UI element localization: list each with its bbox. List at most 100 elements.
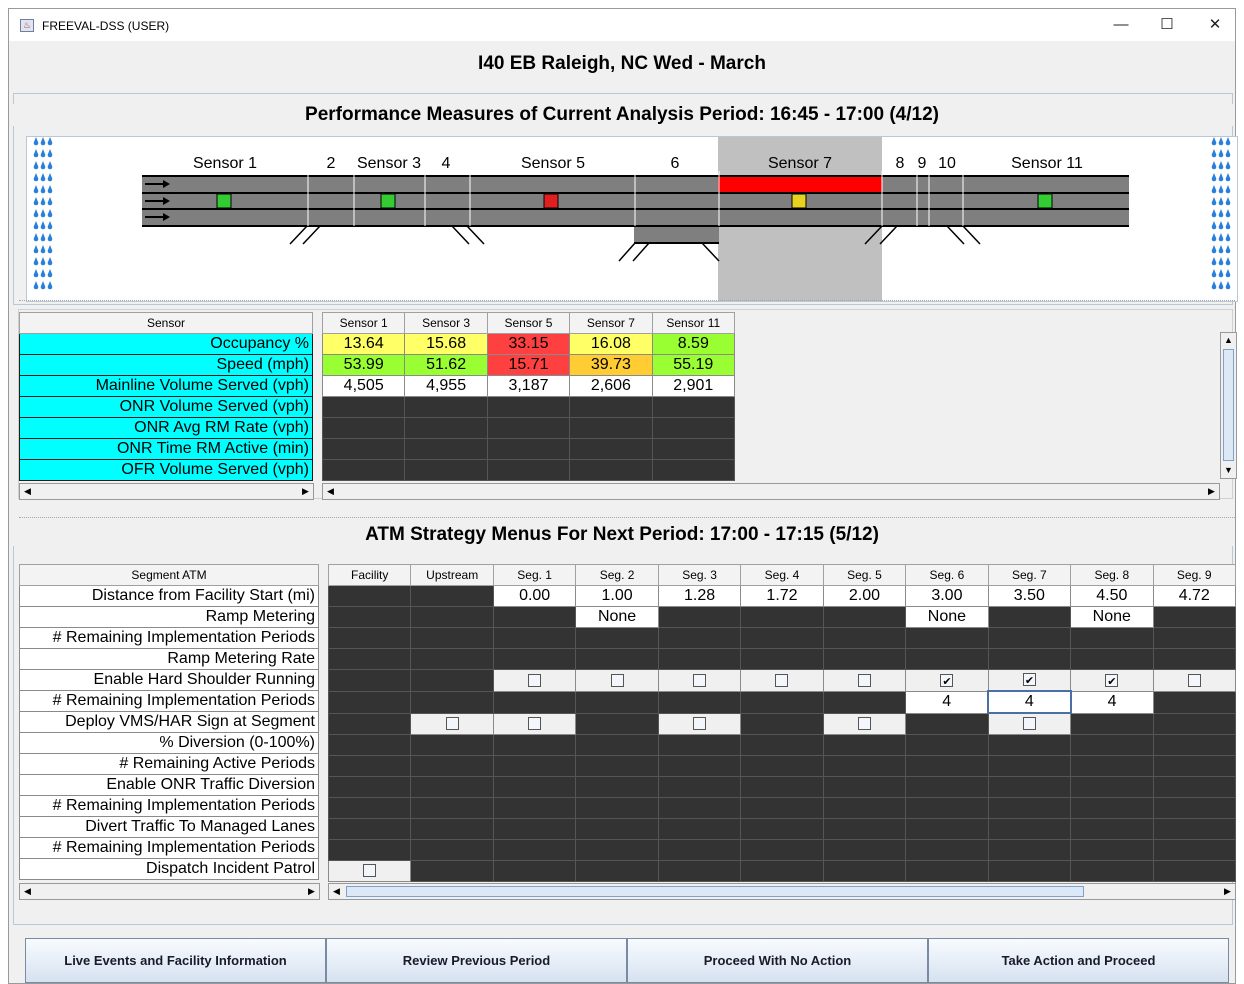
atm-column-header[interactable]: Seg. 1 [492, 564, 577, 586]
maximize-button[interactable]: ☐ [1147, 13, 1187, 37]
atm-disabled-cell [740, 627, 824, 649]
atm-column-header[interactable]: Upstream [410, 564, 494, 586]
atm-checkbox-cell[interactable] [657, 712, 742, 735]
atm-checkbox-cell[interactable] [905, 669, 989, 692]
atm-value-cell[interactable]: 2.00 [822, 585, 907, 607]
atm-value-cell[interactable]: 4 [1070, 690, 1154, 714]
atm-checkbox-cell[interactable] [1070, 669, 1154, 692]
traffic-drop-right [1212, 233, 1216, 238]
checkbox-icon[interactable] [528, 673, 542, 687]
scroll-left-icon[interactable]: ◀ [20, 484, 35, 499]
sensor-value-cell [404, 459, 488, 481]
traffic-drop-right [1226, 185, 1230, 190]
atm-value-cell[interactable]: 4 [905, 690, 989, 714]
atm-value-cell[interactable]: None [905, 606, 989, 628]
scroll-right-icon[interactable]: ▶ [1204, 484, 1219, 499]
sensor-column-header[interactable]: Sensor 3 [404, 312, 488, 334]
scroll-up-icon[interactable]: ▲ [1221, 333, 1236, 348]
atm-disabled-cell [905, 648, 989, 670]
sensor-data-hscrollbar[interactable]: ◀ ▶ [322, 483, 1220, 500]
atm-checkbox-cell[interactable] [575, 669, 659, 692]
atm-column-header[interactable]: Seg. 6 [905, 564, 989, 586]
scroll-right-icon[interactable]: ▶ [304, 884, 319, 899]
atm-value-cell[interactable]: 3.50 [987, 585, 1072, 607]
traffic-drop-left [48, 281, 52, 286]
scroll-right-icon[interactable]: ▶ [298, 484, 313, 499]
atm-column-header[interactable]: Seg. 4 [740, 564, 824, 586]
atm-disabled-cell [1152, 839, 1237, 861]
sensor-column-header[interactable]: Sensor 5 [486, 312, 571, 334]
scroll-right-icon[interactable]: ▶ [1220, 884, 1235, 899]
scroll-down-icon[interactable]: ▼ [1221, 463, 1236, 478]
atm-checkbox-cell[interactable] [657, 669, 742, 692]
sensor-table: Sensor 1 Sensor 3 Sensor 5 Sensor 7 Sensor 1… [321, 312, 736, 481]
scroll-left-icon[interactable]: ◀ [329, 884, 344, 899]
atm-column-header[interactable]: Seg. 9 [1152, 564, 1237, 586]
atm-value-cell[interactable]: 1.28 [657, 585, 742, 607]
atm-value-cell[interactable]: 3.00 [905, 585, 989, 607]
checkbox-icon[interactable] [363, 864, 377, 878]
atm-column-header[interactable]: Seg. 7 [987, 564, 1072, 586]
atm-value-cell[interactable]: 1.72 [740, 585, 824, 607]
checkbox-icon[interactable] [857, 673, 871, 687]
checkbox-icon[interactable] [610, 673, 624, 687]
atm-column-header[interactable]: Facility [327, 564, 412, 586]
atm-checkbox-cell[interactable] [492, 712, 577, 735]
checkbox-icon[interactable] [445, 717, 459, 731]
checkbox-checked-icon[interactable] [1105, 672, 1119, 690]
scroll-thumb[interactable] [346, 886, 1084, 897]
atm-value-cell[interactable]: None [1070, 606, 1154, 628]
atm-value-cell[interactable]: 4 [987, 690, 1072, 714]
scroll-left-icon[interactable]: ◀ [323, 484, 338, 499]
traffic-drop-left [41, 257, 45, 262]
take-action-button[interactable]: Take Action and Proceed [928, 938, 1229, 983]
atm-checkbox-cell[interactable] [327, 860, 412, 882]
sensor-column-header[interactable]: Sensor 11 [651, 312, 736, 334]
checkbox-icon[interactable] [693, 673, 707, 687]
atm-checkbox-cell[interactable] [987, 712, 1072, 735]
atm-column-header[interactable]: Seg. 8 [1070, 564, 1154, 586]
checkbox-icon[interactable] [1022, 717, 1036, 731]
minimize-button[interactable]: — [1101, 13, 1141, 37]
live-events-button[interactable]: Live Events and Facility Information [25, 938, 326, 983]
atm-data-hscrollbar[interactable]: ◀ ▶ [328, 883, 1236, 900]
checkbox-checked-icon[interactable] [1022, 671, 1036, 690]
atm-checkbox-cell[interactable] [822, 669, 907, 692]
sensor-value-cell: 33.15 [486, 333, 571, 355]
scroll-left-icon[interactable]: ◀ [20, 884, 35, 899]
atm-column-header[interactable]: Seg. 3 [657, 564, 742, 586]
atm-checkbox-cell[interactable] [822, 712, 907, 735]
atm-checkbox-cell[interactable] [410, 712, 494, 735]
review-previous-button[interactable]: Review Previous Period [326, 938, 627, 983]
checkbox-checked-icon[interactable] [940, 672, 954, 690]
atm-checkbox-cell[interactable] [987, 669, 1072, 692]
checkbox-icon[interactable] [775, 673, 789, 687]
proceed-no-action-button[interactable]: Proceed With No Action [627, 938, 928, 983]
sensor-column-header[interactable]: Sensor 7 [569, 312, 653, 334]
checkbox-icon[interactable] [693, 717, 707, 731]
atm-value-cell[interactable]: 4.72 [1152, 585, 1237, 607]
checkbox-icon[interactable] [857, 717, 871, 731]
atm-checkbox-cell[interactable] [492, 669, 577, 692]
atm-disabled-cell [987, 797, 1072, 819]
atm-disabled-cell [327, 585, 412, 607]
sensor-column-header[interactable]: Sensor 1 [321, 312, 406, 334]
scroll-thumb[interactable] [1223, 349, 1234, 461]
atm-label-hscrollbar[interactable]: ◀ ▶ [19, 883, 320, 900]
atm-disabled-cell [1070, 627, 1154, 649]
segment-label: Sensor 5 [521, 155, 585, 172]
atm-checkbox-cell[interactable] [1152, 669, 1237, 692]
atm-value-cell[interactable]: 1.00 [575, 585, 659, 607]
sensor-label-hscrollbar[interactable]: ◀ ▶ [19, 483, 314, 500]
atm-column-header[interactable]: Seg. 2 [575, 564, 659, 586]
checkbox-icon[interactable] [528, 717, 542, 731]
close-button[interactable]: ✕ [1195, 13, 1235, 37]
sensor-row-label: ONR Time RM Active (min) [19, 438, 313, 460]
atm-value-cell[interactable]: 4.50 [1070, 585, 1154, 607]
atm-value-cell[interactable]: None [575, 606, 659, 628]
checkbox-icon[interactable] [1187, 673, 1201, 687]
atm-value-cell[interactable]: 0.00 [492, 585, 577, 607]
atm-column-header[interactable]: Seg. 5 [822, 564, 907, 586]
sensor-vertical-scrollbar[interactable]: ▲ ▼ [1220, 332, 1237, 479]
atm-checkbox-cell[interactable] [740, 669, 824, 692]
